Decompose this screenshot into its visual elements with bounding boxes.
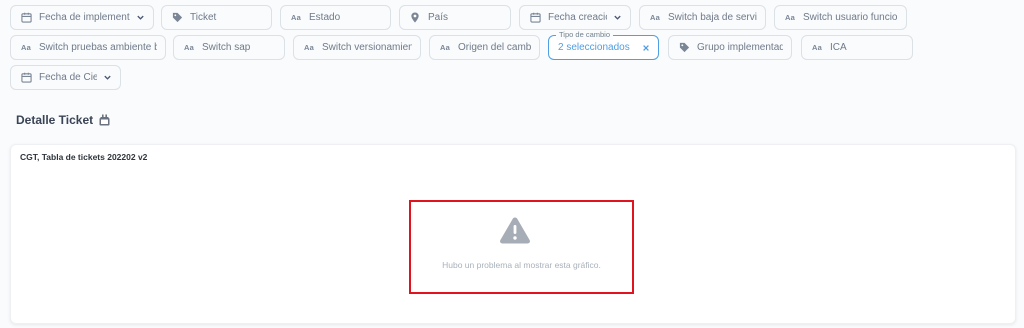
filter-label: Switch versionamiento	[322, 42, 412, 53]
text-type-icon: Aa	[650, 13, 660, 22]
text-type-icon: Aa	[304, 43, 314, 52]
chevron-down-icon	[613, 13, 622, 22]
filter-estado[interactable]: Aa Estado	[280, 5, 391, 30]
filter-label: Switch baja de servicio	[668, 12, 757, 23]
close-icon[interactable]	[642, 44, 650, 52]
error-message: Hubo un problema al mostrar esta gráfico…	[442, 260, 601, 270]
filter-value: 2 seleccionados	[558, 42, 630, 53]
warning-icon	[499, 216, 531, 249]
filter-tipo-de-cambio[interactable]: Tipo de cambio 2 seleccionados	[548, 30, 659, 60]
filter-switch-pruebas-ambiente-bajo[interactable]: Aa Switch pruebas ambiente bajo	[10, 35, 166, 60]
filter-label: Fecha creación	[548, 12, 607, 23]
error-state: Hubo un problema al mostrar esta gráfico…	[409, 200, 634, 294]
tag-icon	[677, 42, 691, 53]
chevron-down-icon	[136, 13, 145, 22]
filter-label: Grupo implementador	[697, 42, 783, 53]
filter-label: Fecha de Cierre	[39, 72, 97, 83]
filter-label: Estado	[309, 12, 341, 23]
filter-fecha-creacion[interactable]: Fecha creación	[519, 5, 631, 30]
filter-switch-baja-servicio[interactable]: Aa Switch baja de servicio	[639, 5, 766, 30]
ticket-box-icon	[98, 114, 111, 126]
text-type-icon: Aa	[21, 43, 31, 52]
filter-label: País	[428, 12, 449, 23]
text-type-icon: Aa	[184, 43, 194, 52]
text-type-icon: Aa	[812, 43, 822, 52]
filter-label: Switch pruebas ambiente bajo	[39, 42, 157, 53]
filter-switch-versionamiento[interactable]: Aa Switch versionamiento	[293, 35, 421, 60]
filter-legend: Tipo de cambio	[556, 30, 613, 40]
filter-label: Switch sap	[202, 42, 251, 53]
filter-label: Ticket	[190, 12, 217, 23]
filter-grupo-implementador[interactable]: Grupo implementador	[668, 35, 792, 60]
dashboard-card: CGT, Tabla de tickets 202202 v2 Hubo un …	[10, 144, 1016, 324]
tag-icon	[170, 12, 184, 23]
location-pin-icon	[408, 12, 422, 23]
filter-switch-usuario-funcional[interactable]: Aa Switch usuario funcional	[774, 5, 907, 30]
filter-label: Fecha de implementación	[39, 12, 130, 23]
calendar-icon	[19, 72, 33, 83]
calendar-icon	[19, 12, 33, 23]
filter-label: Origen del cambio	[458, 42, 531, 53]
filter-pais[interactable]: País	[399, 5, 511, 30]
filter-switch-sap[interactable]: Aa Switch sap	[173, 35, 285, 60]
filter-label: ICA	[830, 42, 847, 53]
filter-fecha-de-cierre[interactable]: Fecha de Cierre	[10, 65, 121, 90]
card-title[interactable]: CGT, Tabla de tickets 202202 v2	[20, 152, 147, 162]
filter-fecha-implementacion[interactable]: Fecha de implementación	[10, 5, 154, 30]
filter-label: Switch usuario funcional	[803, 12, 898, 23]
chevron-down-icon	[103, 73, 112, 82]
filter-ica[interactable]: Aa ICA	[801, 35, 913, 60]
calendar-icon	[528, 12, 542, 23]
filter-origen-del-cambio[interactable]: Aa Origen del cambio	[429, 35, 540, 60]
text-type-icon: Aa	[785, 13, 795, 22]
section-title-text: Detalle Ticket	[16, 113, 94, 127]
section-heading: Detalle Ticket	[16, 113, 111, 127]
filter-ticket[interactable]: Ticket	[161, 5, 272, 30]
text-type-icon: Aa	[291, 13, 301, 22]
text-type-icon: Aa	[440, 43, 450, 52]
